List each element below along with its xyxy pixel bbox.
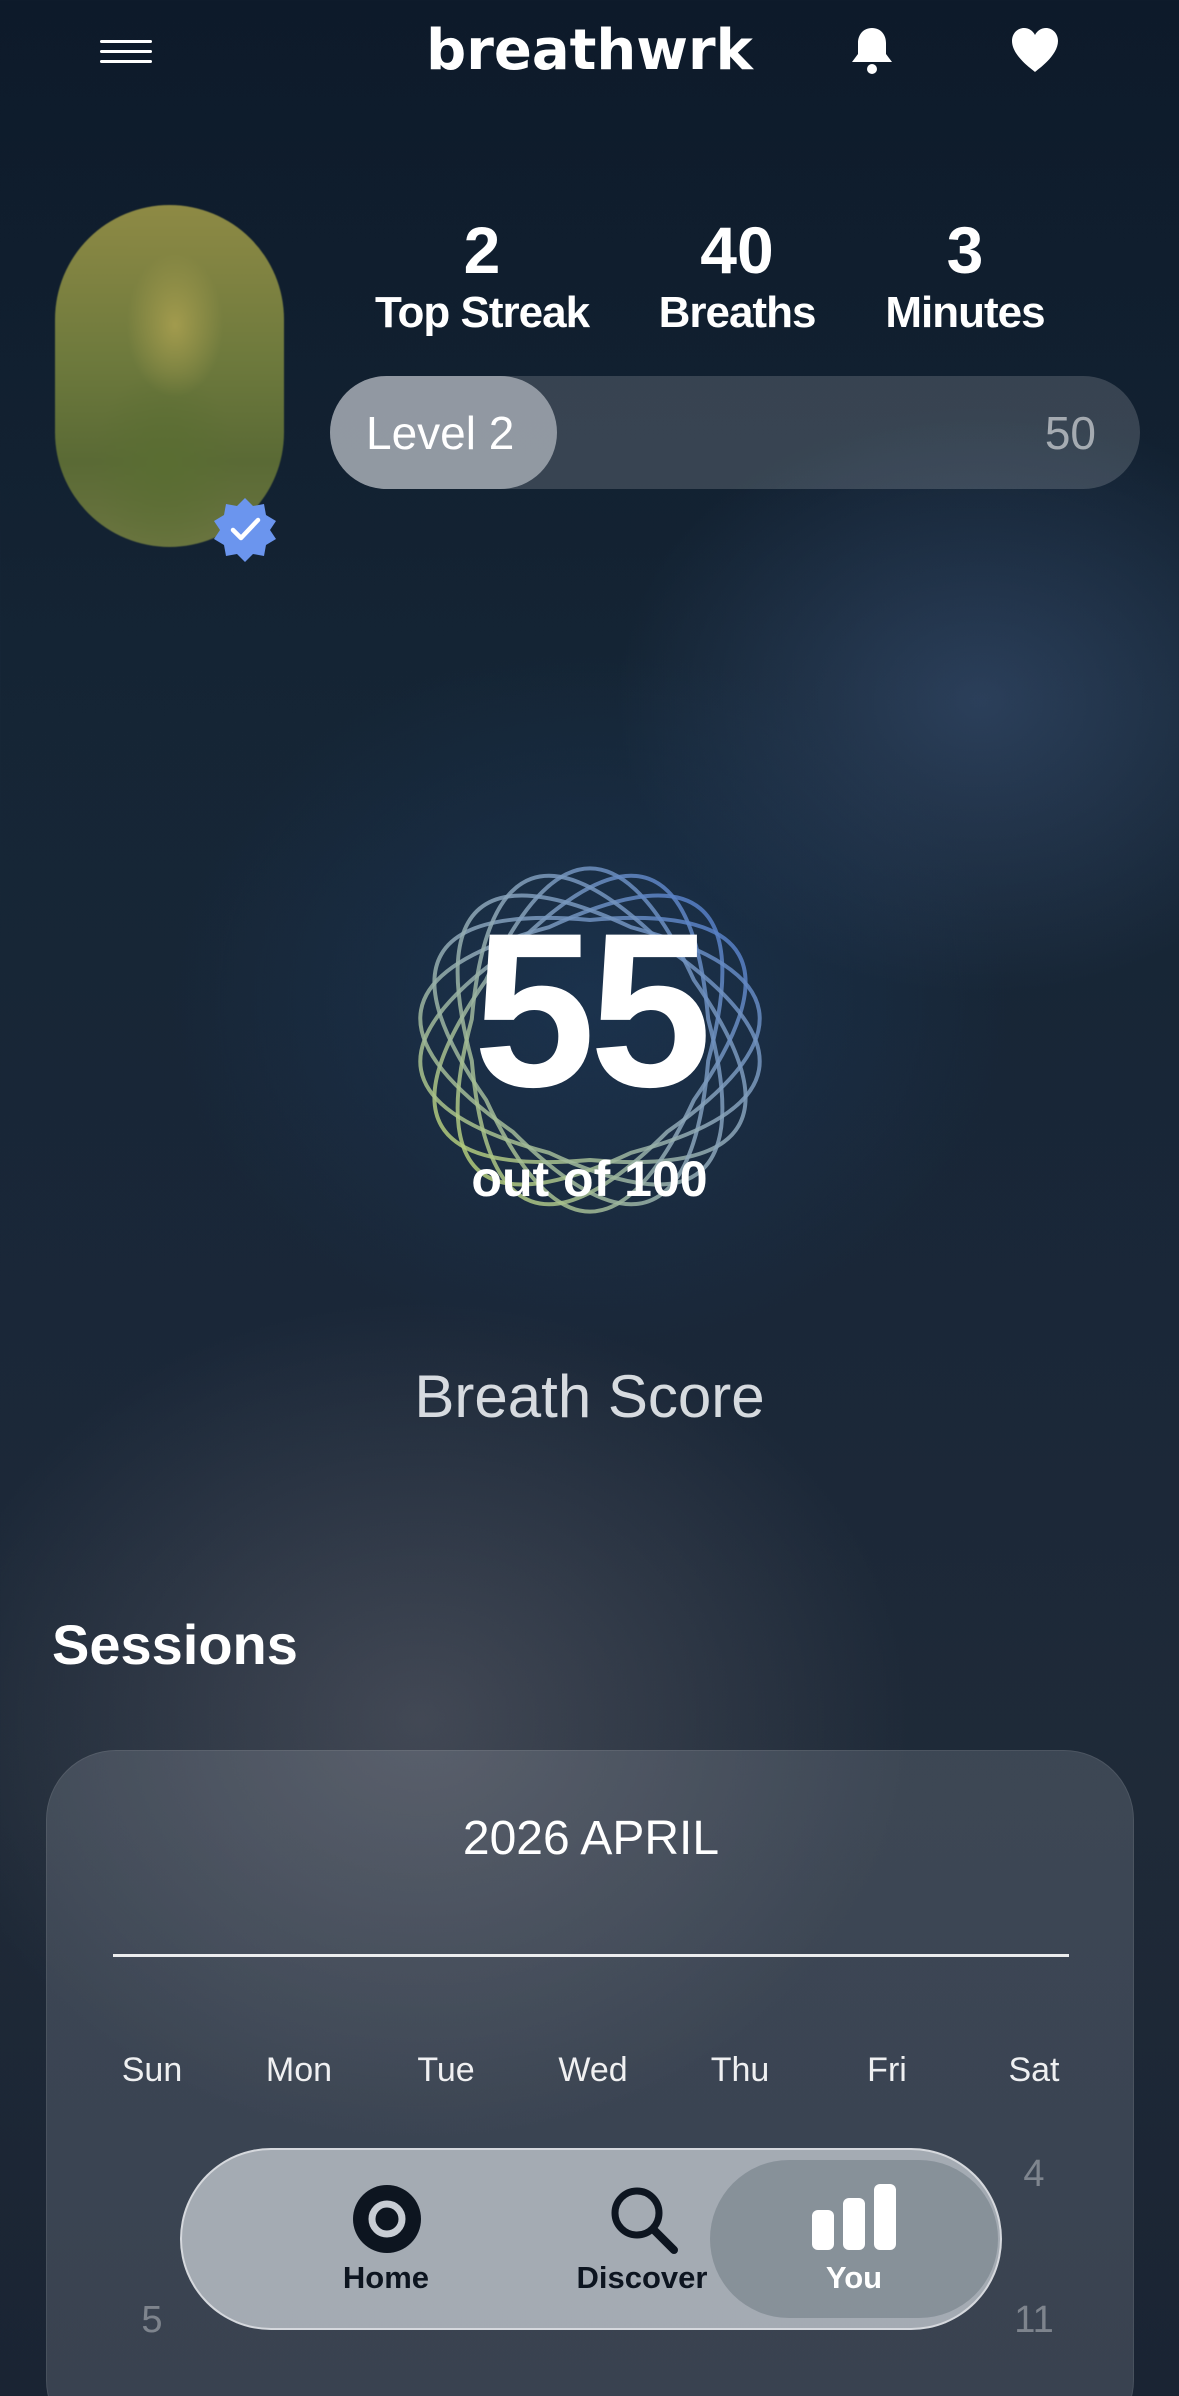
calendar-day[interactable]: 5 bbox=[102, 2299, 202, 2342]
weekday-label: Fri bbox=[867, 2051, 907, 2089]
stat-value: 3 bbox=[946, 213, 984, 287]
breath-score-title: Breath Score bbox=[414, 1363, 765, 1430]
tab-home[interactable]: Home bbox=[256, 2150, 516, 2328]
stat-top-streak: 2 Top Streak bbox=[362, 212, 602, 338]
weekday-label: Sat bbox=[1008, 2051, 1060, 2089]
stat-value: 40 bbox=[700, 213, 774, 287]
stat-breaths: 40 Breaths bbox=[617, 212, 857, 338]
heart-icon[interactable] bbox=[1010, 26, 1060, 74]
tab-you[interactable]: You bbox=[710, 2160, 998, 2318]
tab-you-label: You bbox=[825, 2260, 883, 2295]
stat-minutes: 3 Minutes bbox=[845, 212, 1085, 338]
bell-icon[interactable] bbox=[846, 24, 898, 76]
weekday-label: Thu bbox=[710, 2051, 770, 2089]
calendar-weekdays: Sun Mon Tue Wed Thu Fri Sat bbox=[102, 2051, 1136, 2101]
stat-label: Top Streak bbox=[374, 288, 590, 337]
breath-score-scale: out of 100 bbox=[471, 1151, 708, 1207]
stat-label: Minutes bbox=[885, 288, 1045, 337]
level-max-value: 50 bbox=[1044, 407, 1096, 459]
stat-value: 2 bbox=[463, 213, 501, 287]
calendar-month: 2026 APRIL bbox=[462, 1812, 720, 1865]
breath-score-value: 55 bbox=[473, 887, 712, 1133]
divider bbox=[113, 1954, 1069, 1957]
weekday-label: Mon bbox=[265, 2051, 333, 2089]
bar-chart-icon bbox=[812, 2184, 896, 2250]
tab-home-label: Home bbox=[342, 2260, 430, 2295]
verified-badge-icon bbox=[214, 498, 276, 562]
stat-label: Breaths bbox=[658, 288, 817, 337]
calendar-day[interactable]: 4 bbox=[984, 2153, 1084, 2196]
level-progress-bar[interactable]: Level 2 50 bbox=[330, 376, 1140, 489]
home-circle-icon bbox=[353, 2185, 421, 2253]
app-logo: breathwrk bbox=[426, 18, 753, 83]
top-bar: breathwrk bbox=[0, 0, 1179, 110]
weekday-label: Wed bbox=[558, 2051, 628, 2089]
weekday-label: Sun bbox=[121, 2051, 183, 2089]
search-icon bbox=[611, 2187, 678, 2254]
sessions-heading: Sessions bbox=[52, 1613, 298, 1676]
calendar-day[interactable]: 11 bbox=[984, 2299, 1084, 2342]
level-label: Level 2 bbox=[366, 407, 515, 459]
weekday-label: Tue bbox=[417, 2051, 475, 2089]
bottom-tab-bar: Home Discover You bbox=[180, 2148, 1002, 2330]
